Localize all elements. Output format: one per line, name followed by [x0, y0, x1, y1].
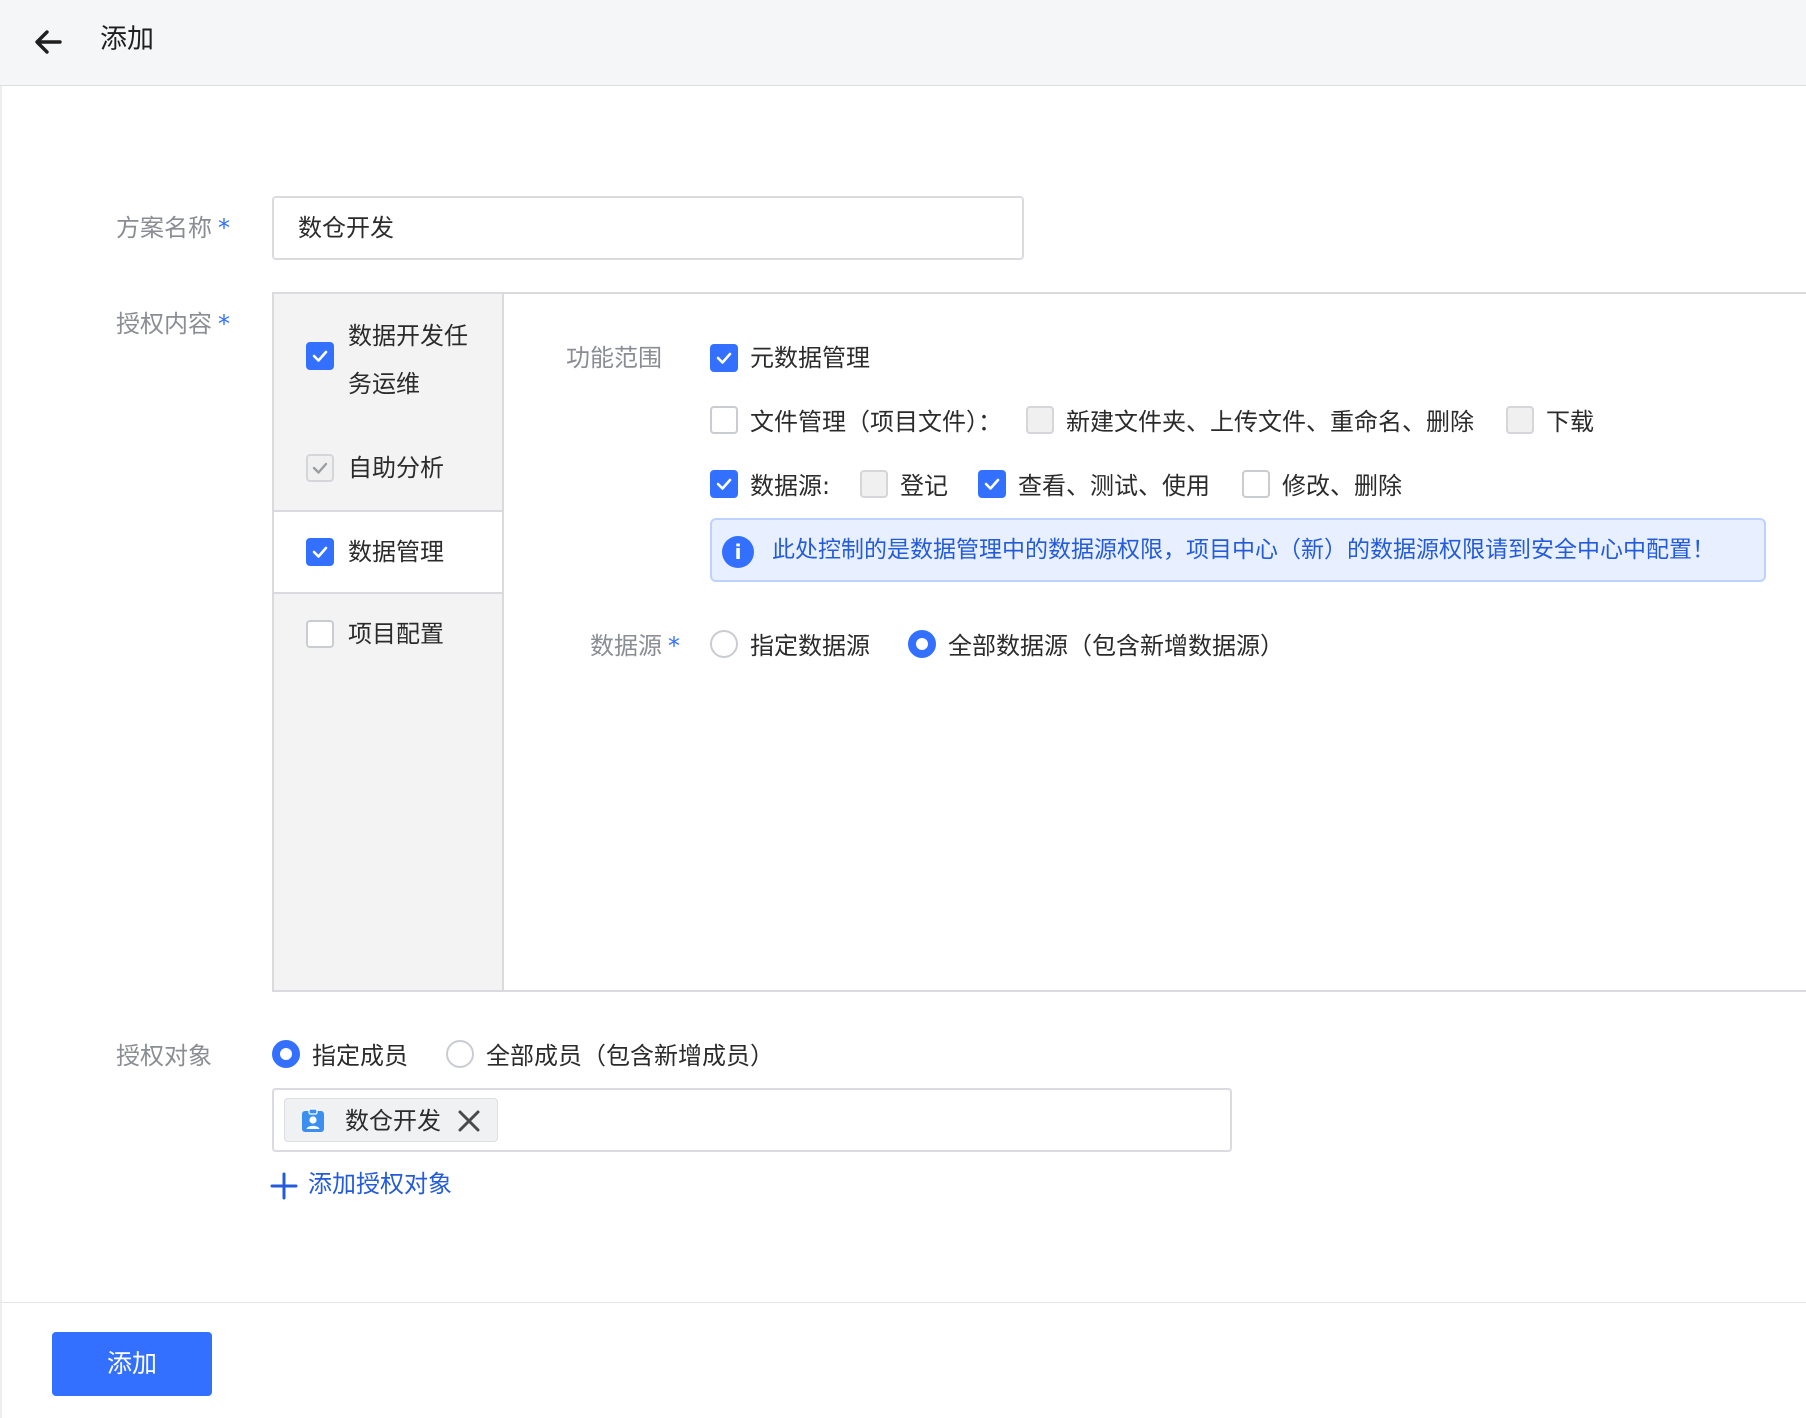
specified-datasource-radio[interactable]	[710, 630, 738, 658]
project-config-label: 项目配置	[348, 620, 444, 648]
datasource-scope-label-text: 数据源	[590, 632, 662, 660]
file-mgmt-label: 文件管理（项目文件）：	[750, 408, 1002, 436]
specified-datasource-label: 指定数据源	[750, 632, 870, 660]
plus-icon	[270, 1172, 298, 1200]
back-arrow-icon[interactable]	[28, 22, 68, 62]
left-border	[0, 86, 2, 1418]
info-icon: i	[722, 536, 754, 568]
datasource-checkbox[interactable]	[710, 470, 738, 498]
datasource-view-checkbox[interactable]	[978, 470, 1006, 498]
auth-target-label: 授权对象	[116, 1042, 212, 1070]
required-mark: *	[218, 310, 230, 338]
user-badge-icon	[302, 1108, 324, 1132]
member-tag-label: 数仓开发	[345, 1107, 441, 1135]
data-dev-ops-label-line2: 务运维	[348, 370, 420, 398]
datasource-register-checkbox	[860, 470, 888, 498]
datasource-edit-label: 修改、删除	[1282, 472, 1402, 500]
all-datasource-radio[interactable]	[908, 630, 936, 658]
check-icon	[312, 462, 328, 474]
page-title: 添加	[100, 24, 154, 55]
data-management-checkbox[interactable]	[306, 538, 334, 566]
self-service-analysis-label: 自助分析	[348, 454, 444, 482]
scheme-name-input[interactable]: 数仓开发	[272, 196, 1024, 260]
auth-module-sidebar: 数据开发任 务运维 自助分析 数据管理 项目配置	[274, 294, 504, 990]
data-dev-ops-label-line1: 数据开发任	[348, 322, 468, 350]
sidebar-item-data-dev-ops[interactable]: 数据开发任 务运维 自助分析	[274, 294, 502, 508]
file-edit-label: 新建文件夹、上传文件、重命名、删除	[1066, 408, 1474, 436]
data-dev-ops-checkbox[interactable]	[306, 342, 334, 370]
specified-members-label: 指定成员	[312, 1042, 408, 1070]
datasource-edit-checkbox[interactable]	[1242, 470, 1270, 498]
all-members-radio[interactable]	[446, 1040, 474, 1068]
required-mark: *	[668, 632, 680, 660]
close-icon[interactable]	[455, 1107, 483, 1135]
scheme-name-label-text: 方案名称	[116, 214, 212, 242]
datasource-register-label: 登记	[900, 472, 948, 500]
scope-label: 功能范围	[566, 344, 662, 372]
file-edit-checkbox	[1026, 406, 1054, 434]
member-select-input[interactable]: 数仓开发	[272, 1088, 1232, 1152]
scheme-name-label: 方案名称 *	[116, 210, 230, 246]
self-service-analysis-checkbox	[306, 454, 334, 482]
add-auth-target-label: 添加授权对象	[308, 1170, 452, 1198]
project-config-checkbox[interactable]	[306, 620, 334, 648]
file-download-checkbox	[1506, 406, 1534, 434]
datasource-view-label: 查看、测试、使用	[1018, 472, 1210, 500]
top-bar: 添加	[0, 0, 1806, 86]
submit-add-button[interactable]: 添加	[52, 1332, 212, 1396]
auth-content-label-text: 授权内容	[116, 310, 212, 338]
all-datasource-label: 全部数据源（包含新增数据源）	[948, 632, 1284, 660]
data-management-label: 数据管理	[348, 538, 444, 566]
file-mgmt-checkbox[interactable]	[710, 406, 738, 434]
auth-content-label: 授权内容 *	[116, 306, 230, 342]
specified-members-radio[interactable]	[272, 1040, 300, 1068]
sidebar-item-data-management[interactable]: 数据管理	[274, 510, 502, 594]
datasource-scope-label: 数据源 *	[590, 628, 680, 664]
all-members-label: 全部成员（包含新增成员）	[486, 1042, 774, 1070]
check-icon	[312, 350, 328, 362]
datasource-label: 数据源:	[750, 472, 831, 500]
info-alert: i 此处控制的是数据管理中的数据源权限，项目中心（新）的数据源权限请到安全中心中…	[710, 518, 1766, 582]
required-mark: *	[218, 214, 230, 242]
footer-divider	[0, 1302, 1806, 1303]
member-tag: 数仓开发	[284, 1098, 498, 1142]
metadata-checkbox[interactable]	[710, 344, 738, 372]
check-icon	[716, 352, 732, 364]
metadata-label: 元数据管理	[750, 344, 870, 372]
sidebar-item-project-config[interactable]: 项目配置	[274, 596, 502, 680]
check-icon	[312, 546, 328, 558]
check-icon	[716, 478, 732, 490]
file-download-label: 下载	[1546, 408, 1594, 436]
check-icon	[984, 478, 1000, 490]
info-text: 此处控制的是数据管理中的数据源权限，项目中心（新）的数据源权限请到安全中心中配置…	[772, 537, 1715, 563]
